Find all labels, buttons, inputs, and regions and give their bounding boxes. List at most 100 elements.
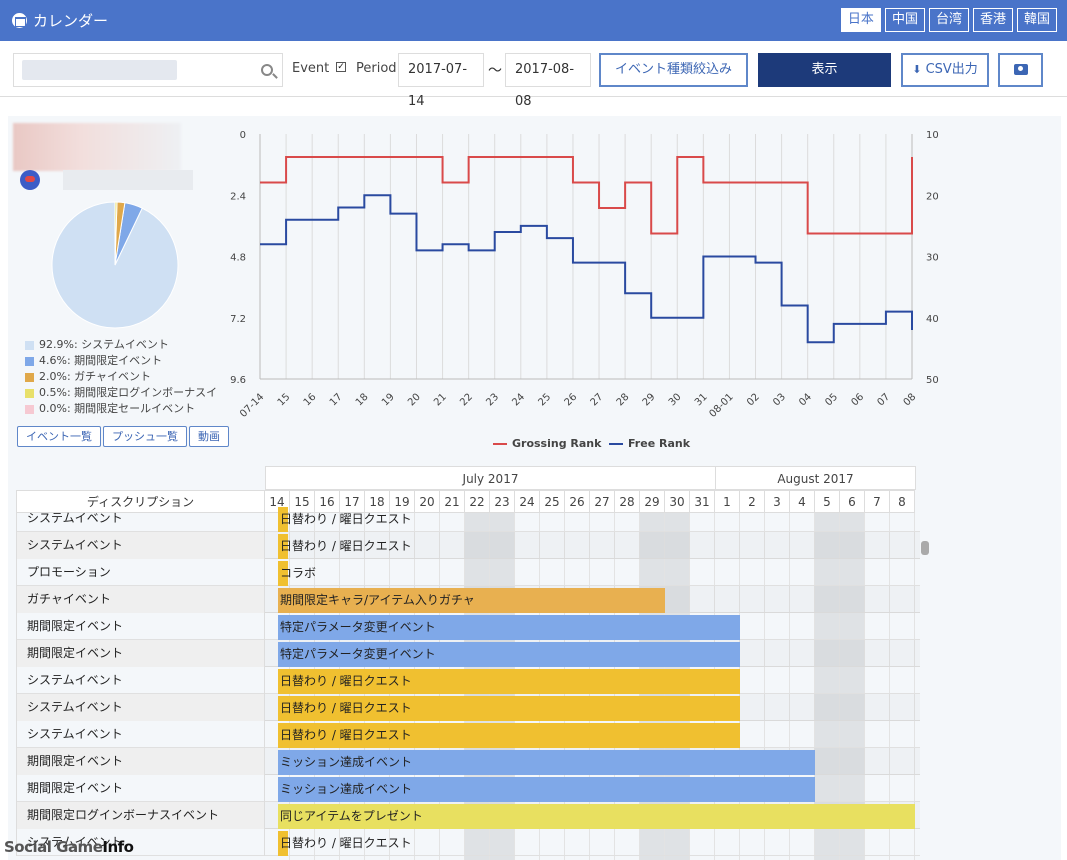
calendar-row[interactable]: 期間限定イベント ミッション達成イベント	[16, 775, 920, 802]
csv-label: CSV出力	[925, 62, 978, 77]
pie-legend-item[interactable]: 92.9%: システムイベント	[25, 337, 217, 353]
legend-swatch	[25, 356, 34, 366]
pie-legend-item[interactable]: 0.0%: 期間限定セールイベント	[25, 401, 217, 417]
region-selector: 日本 中国 台湾 香港 韓国	[840, 8, 1057, 32]
row-description: システムイベント	[16, 532, 265, 559]
row-description: 期間限定イベント	[16, 613, 265, 640]
legend-swatch	[25, 404, 34, 414]
calendar-row[interactable]: プロモーション コラボ	[16, 559, 920, 586]
x-tick-label: 16	[302, 392, 319, 409]
download-icon: ⬇	[912, 63, 922, 76]
legend-grossing-label: Grossing Rank	[512, 437, 602, 450]
legend-swatch	[25, 372, 34, 382]
event-type-filter-button[interactable]: イベント種類絞込み	[599, 53, 748, 87]
watermark: Social GameInfo	[4, 838, 134, 856]
calendar-row[interactable]: システムイベント 日替わり / 曜日クエスト	[16, 532, 920, 559]
date-to-input[interactable]: 2017-08-08	[505, 53, 591, 109]
list-button[interactable]: プッシュ一覧	[103, 426, 187, 447]
row-description: 期間限定イベント	[16, 748, 265, 775]
pie-legend-label: 92.9%: システムイベント	[39, 338, 169, 351]
row-description: ガチャイベント	[16, 586, 265, 613]
legend-grossing[interactable]: Grossing Rank	[493, 437, 601, 450]
event-pie-chart	[51, 201, 179, 329]
x-tick-label: 02	[745, 392, 762, 409]
legend-swatch	[25, 340, 34, 350]
app-publisher-blurred	[63, 170, 193, 190]
toolbar: Event ✓ Period 2017-07-14 〜 2017-08-08 イ…	[0, 41, 1067, 109]
event-bar[interactable]: 期間限定キャラ/アイテム入りガチャ	[278, 588, 665, 613]
grossing-swatch	[493, 442, 507, 445]
calendar-row[interactable]: システムイベント 日替わり / 曜日クエスト	[16, 829, 920, 856]
event-bar[interactable]: ミッション達成イベント	[278, 777, 815, 802]
pie-legend-item[interactable]: 4.6%: 期間限定イベント	[25, 353, 217, 369]
region-button[interactable]: 中国	[884, 8, 925, 32]
x-tick-label: 26	[563, 392, 580, 409]
row-description: 期間限定イベント	[16, 640, 265, 667]
y-left-tick-label: 9.6	[230, 375, 246, 386]
x-tick-label: 20	[406, 392, 423, 409]
x-tick-label: 07-14	[238, 392, 266, 420]
event-checkbox[interactable]: ✓	[336, 62, 346, 72]
rank-line-chart: 07-14 15 16 17 18 19 20 21 22 23 24 25 26 27 28 29 30 310…	[230, 130, 939, 420]
calendar-row[interactable]: 期間限定イベント ミッション達成イベント	[16, 748, 920, 775]
event-bar[interactable]: 日替わり / 曜日クエスト	[278, 669, 740, 694]
pie-legend-item[interactable]: 2.0%: ガチャイベント	[25, 369, 217, 385]
region-button[interactable]: 韓国	[1016, 8, 1057, 32]
calendar-row[interactable]: システムイベント 日替わり / 曜日クエスト	[16, 505, 920, 532]
series-line[interactable]	[260, 194, 913, 344]
pie-legend-label: 2.0%: ガチャイベント	[39, 370, 152, 383]
list-button[interactable]: イベント一覧	[17, 426, 101, 447]
series-line[interactable]	[260, 155, 913, 235]
row-description: システムイベント	[16, 721, 265, 748]
region-button[interactable]: 香港	[972, 8, 1013, 32]
event-bar[interactable]: コラボ	[278, 561, 316, 586]
calendar-row[interactable]: システムイベント 日替わり / 曜日クエスト	[16, 721, 920, 748]
calendar-scrollbar[interactable]	[921, 541, 929, 555]
pie-legend-item[interactable]: 0.5%: 期間限定ログインボーナスイ	[25, 385, 217, 401]
x-tick-label: 24	[510, 392, 527, 409]
calendar-row[interactable]: 期間限定ログインボーナスイベント 同じアイテムをプレゼント	[16, 802, 920, 829]
x-tick-label: 08-01	[707, 392, 735, 420]
row-description: 期間限定ログインボーナスイベント	[16, 802, 265, 829]
watermark-text-bold: Info	[102, 838, 134, 856]
x-tick-label: 03	[771, 392, 788, 409]
event-bar[interactable]: ミッション達成イベント	[278, 750, 815, 775]
event-bar[interactable]: 日替わり / 曜日クエスト	[278, 723, 740, 748]
calendar-row[interactable]: 期間限定イベント 特定パラメータ変更イベント	[16, 640, 920, 667]
region-button[interactable]: 台湾	[928, 8, 969, 32]
event-bar[interactable]: 日替わり / 曜日クエスト	[278, 534, 412, 559]
calendar-row[interactable]: ガチャイベント 期間限定キャラ/アイテム入りガチャ	[16, 586, 920, 613]
search-icon[interactable]	[261, 64, 273, 76]
event-calendar: ディスクリプション July 2017 August 2017 14 15 16 17 18…	[16, 466, 920, 860]
row-description: システムイベント	[16, 694, 265, 721]
calendar-icon	[12, 13, 27, 28]
x-tick-label: 18	[354, 392, 371, 409]
camera-icon	[1013, 64, 1028, 75]
event-bar[interactable]: 日替わり / 曜日クエスト	[278, 507, 412, 532]
search-input[interactable]	[13, 53, 283, 87]
screenshot-button[interactable]	[998, 53, 1043, 87]
legend-free[interactable]: Free Rank	[609, 437, 690, 450]
y-left-tick-label: 0	[240, 130, 246, 141]
x-tick-label: 29	[641, 392, 658, 409]
page-title: カレンダー	[33, 12, 109, 30]
x-tick-label: 25	[536, 392, 553, 409]
show-button[interactable]: 表示	[758, 53, 891, 87]
app-title: カレンダー	[12, 10, 108, 31]
event-bar[interactable]: 特定パラメータ変更イベント	[278, 615, 740, 640]
event-bar[interactable]: 日替わり / 曜日クエスト	[278, 831, 412, 856]
app-title-blurred	[13, 123, 181, 171]
calendar-row[interactable]: 期間限定イベント 特定パラメータ変更イベント	[16, 613, 920, 640]
y-left-tick-label: 7.2	[230, 314, 246, 325]
csv-export-button[interactable]: ⬇ CSV出力	[901, 53, 989, 87]
date-from-input[interactable]: 2017-07-14	[398, 53, 484, 109]
calendar-row[interactable]: システムイベント 日替わり / 曜日クエスト	[16, 694, 920, 721]
row-description: システムイベント	[16, 505, 265, 532]
calendar-row[interactable]: システムイベント 日替わり / 曜日クエスト	[16, 667, 920, 694]
event-bar[interactable]: 同じアイテムをプレゼント	[278, 804, 915, 829]
region-button[interactable]: 日本	[840, 8, 881, 32]
list-button[interactable]: 動画	[189, 426, 229, 447]
event-bar[interactable]: 日替わり / 曜日クエスト	[278, 696, 740, 721]
list-buttons: イベント一覧 プッシュ一覧 動画	[17, 426, 229, 447]
event-bar[interactable]: 特定パラメータ変更イベント	[278, 642, 740, 667]
